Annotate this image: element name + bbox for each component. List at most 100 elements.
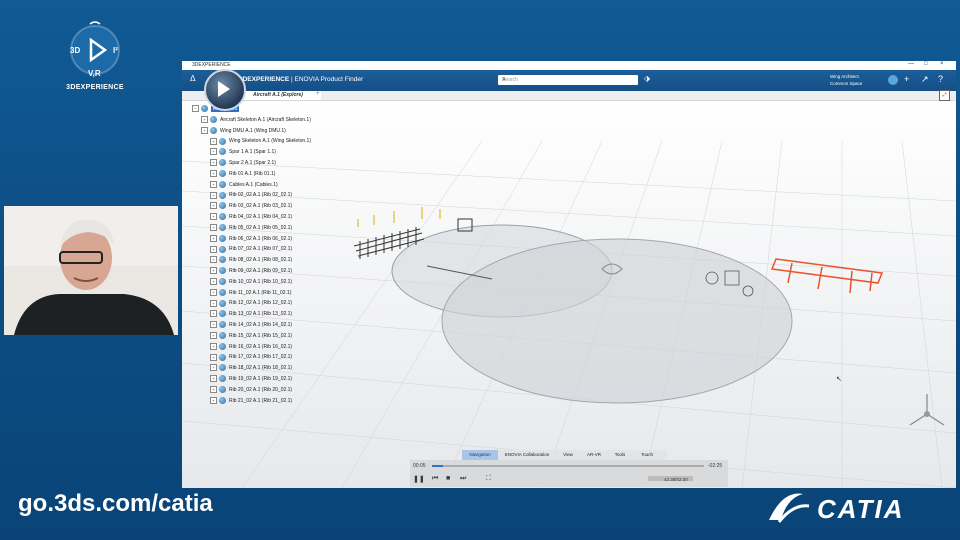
user-info[interactable]: Wing Architect Common Space <box>830 73 862 87</box>
search-icon[interactable]: ⌕ <box>502 76 635 84</box>
tree-item[interactable]: + Wing DMU A.1 (Wing DMU.1) <box>201 126 286 135</box>
fullscreen-video-icon[interactable]: ⛶ <box>486 475 491 483</box>
add-tab-button[interactable]: + <box>316 91 320 97</box>
tree-item[interactable]: + Rib 10_02 A.1 (Rib 10_02.1) <box>210 277 292 286</box>
tree-item[interactable]: + Rib 03_02 A.1 (Rib 03_02.1) <box>210 202 292 210</box>
axis-triad-icon[interactable] <box>902 389 952 439</box>
tree-expand-icon[interactable]: + <box>210 213 217 221</box>
pause-icon[interactable]: ❚❚ <box>413 475 425 483</box>
search-input[interactable]: Search ⌕ <box>498 75 638 85</box>
product-icon <box>219 191 226 199</box>
tree-item[interactable]: + Aircraft Skeleton A.1 (Aircraft Skeleto… <box>201 115 311 124</box>
tree-collapse-icon[interactable]: − <box>192 105 199 113</box>
tree-item-label: Rib 06_02 A.1 (Rib 06_02.1) <box>229 235 293 242</box>
tree-item-label: Rib 05_02 A.1 (Rib 05_02.1) <box>229 224 293 231</box>
seek-bar[interactable] <box>432 465 704 467</box>
product-icon <box>219 223 226 231</box>
tree-item[interactable]: + Rib 19_02 A.1 (Rib 19_02.1) <box>210 375 292 383</box>
tree-expand-icon[interactable]: + <box>210 256 217 264</box>
tree-item[interactable]: + Wing Skeleton A.1 (Wing Skeleton.1) <box>210 137 311 145</box>
tree-expand-icon[interactable]: + <box>210 396 217 404</box>
product-icon <box>219 342 226 350</box>
action-tab-touch[interactable]: Touch <box>636 450 658 460</box>
tree-expand-icon[interactable]: + <box>201 126 208 134</box>
tree-expand-icon[interactable]: + <box>210 277 217 285</box>
tree-expand-icon[interactable]: + <box>210 375 217 383</box>
tree-item-label: Rib 19_02 A.1 (Rib 19_02.1) <box>229 376 293 382</box>
tree-expand-icon[interactable]: + <box>210 310 217 318</box>
3d-viewport[interactable] <box>182 101 956 488</box>
tree-item[interactable]: + Cables A.1 (Cables.1) <box>210 180 278 189</box>
tree-item[interactable]: + Rib 14_02 A.1 (Rib 14_02.1) <box>210 321 292 329</box>
tree-item[interactable]: + Rib 06_02 A.1 (Rib 06_02.1) <box>210 234 293 243</box>
forward-icon[interactable]: ⏭ <box>460 475 466 483</box>
tree-expand-icon[interactable]: + <box>210 267 217 275</box>
logo-letters-right: I² <box>113 46 118 55</box>
close-button[interactable]: × <box>940 61 944 67</box>
tree-item[interactable]: + Rib 20_02 A.1 (Rib 20_02.1) <box>210 385 292 394</box>
tree-expand-icon[interactable]: + <box>210 288 217 296</box>
minimize-button[interactable]: — <box>908 61 914 67</box>
tree-item[interactable]: + Rib 08_02 A.1 (Rib 08_02.1) <box>210 256 292 264</box>
tree-expand-icon[interactable]: + <box>210 245 217 253</box>
tree-item[interactable]: + Rib 07_02 A.1 (Rib 07_02.1) <box>210 245 292 253</box>
tree-expand-icon[interactable]: + <box>210 299 217 307</box>
tree-item[interactable]: + Rib 12_02 A.1 (Rib 12_02.1) <box>210 299 292 307</box>
tree-expand-icon[interactable]: + <box>210 321 217 329</box>
tree-item[interactable]: + Rib 21_02 A.1 (Rib 21_02.1) <box>210 396 292 405</box>
tree-item[interactable]: + Rib 15_02 A.1 (Rib 15_02.1) <box>210 331 292 340</box>
tree-expand-icon[interactable]: + <box>210 223 217 231</box>
large-disc-part[interactable] <box>441 238 793 404</box>
tree-expand-icon[interactable]: + <box>210 180 217 188</box>
share-icon[interactable]: ↗ <box>921 74 929 85</box>
tree-expand-icon[interactable]: + <box>210 331 217 339</box>
help-icon[interactable]: ? <box>938 74 943 84</box>
action-tab-enovia-collaboration[interactable]: ENOVIA Collaboration <box>502 450 552 460</box>
tree-item[interactable]: + Rib 18_02 A.1 (Rib 18_02.1) <box>210 364 292 372</box>
tag-icon[interactable]: ⬗ <box>644 74 650 83</box>
tree-expand-icon[interactable]: + <box>201 115 208 123</box>
tab-aircraft-explore[interactable]: Aircraft A.1 (Explore) <box>235 91 321 100</box>
ds-logo-icon: ᐃ <box>190 74 196 83</box>
fullscreen-icon[interactable]: ⤢ <box>939 90 950 101</box>
tree-item[interactable]: + Rib 17_02 A.1 (Rib 17_02.1) <box>210 353 292 361</box>
tree-item[interactable]: + Rib 02_02 A.1 (Rib 02_02.1) <box>210 191 292 199</box>
action-tab-ar-vr[interactable]: AR-VR <box>582 450 606 460</box>
rewind-icon[interactable]: ⏮ <box>432 475 438 483</box>
tree-expand-icon[interactable]: + <box>210 353 217 361</box>
action-tab-view[interactable]: View <box>558 450 578 460</box>
tree-item[interactable]: + Rib 11_02 A.1 (Rib 11_02.1) <box>210 288 291 297</box>
product-icon <box>219 321 226 329</box>
product-icon <box>219 159 226 167</box>
catia-application-window: 3DEXPERIENCE — □ × ᐃ 3DEXPERIENCE | ENOV… <box>182 61 956 488</box>
maximize-button[interactable]: □ <box>924 61 928 67</box>
tree-expand-icon[interactable]: + <box>210 159 217 167</box>
stop-icon[interactable]: ■ <box>446 475 450 482</box>
tree-item[interactable]: + Rib 13_02 A.1 (Rib 13_02.1) <box>210 310 292 318</box>
tree-expand-icon[interactable]: + <box>210 169 217 177</box>
compass-icon[interactable] <box>204 69 246 111</box>
action-tab-tools[interactable]: Tools <box>610 450 630 460</box>
tree-expand-icon[interactable]: + <box>210 342 217 350</box>
tree-expand-icon[interactable]: + <box>210 202 217 210</box>
tree-expand-icon[interactable]: + <box>210 191 217 199</box>
avatar[interactable] <box>888 75 898 85</box>
tree-item[interactable]: + Rib 16_02 A.1 (Rib 16_02.1) <box>210 342 292 351</box>
tree-expand-icon[interactable]: + <box>210 137 217 145</box>
tree-expand-icon[interactable]: + <box>210 148 217 156</box>
action-tab-navigation[interactable]: Navigation <box>462 450 498 460</box>
add-icon[interactable]: + <box>904 74 909 84</box>
tree-expand-icon[interactable]: + <box>210 385 217 393</box>
tree-item-label: Rib 03_02 A.1 (Rib 03_02.1) <box>229 203 293 210</box>
tree-item[interactable]: + Rib 01 A.1 (Rib 01.1) <box>210 169 275 178</box>
tree-expand-icon[interactable]: + <box>210 234 217 242</box>
seek-progress <box>432 465 443 467</box>
product-icon <box>219 288 226 296</box>
tree-item[interactable]: + Rib 09_02 A.1 (Rib 09_02.1) <box>210 267 292 275</box>
video-player-controls: 00:05 -02:25 ❚❚ ⏮ ■ ⏭ ⛶ 42:38/02:30 <box>410 460 728 487</box>
tree-item[interactable]: + Rib 05_02 A.1 (Rib 05_02.1) <box>210 223 293 232</box>
tree-item[interactable]: + Spar 1 A.1 (Spar 1.1) <box>210 148 276 156</box>
tree-expand-icon[interactable]: + <box>210 364 217 372</box>
tree-item[interactable]: + Spar 2 A.1 (Spar 2.1) <box>210 159 276 167</box>
tree-item[interactable]: + Rib 04_02 A.1 (Rib 04_02.1) <box>210 213 292 221</box>
